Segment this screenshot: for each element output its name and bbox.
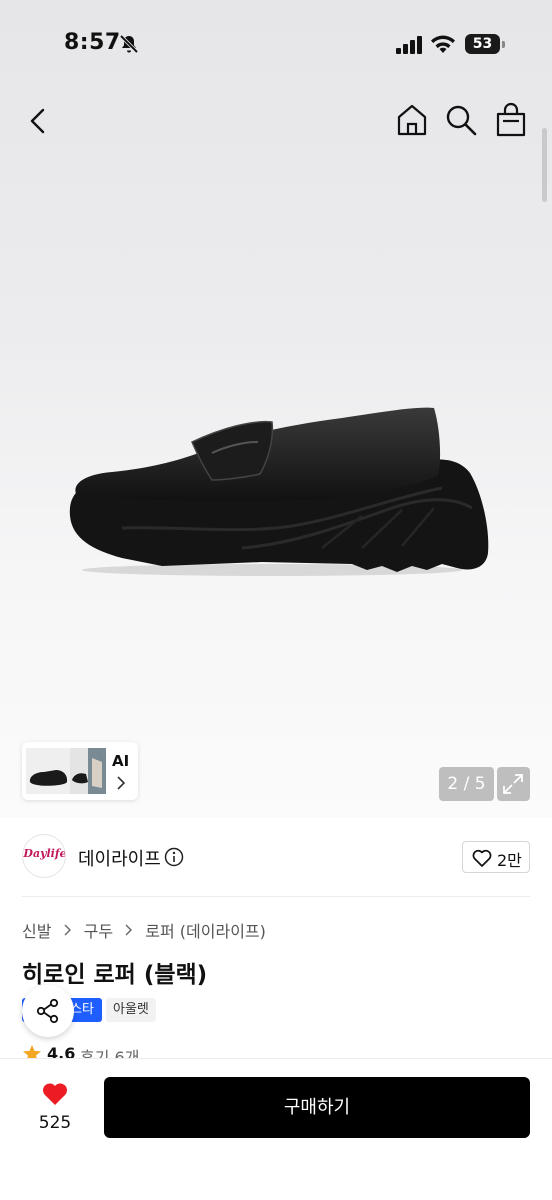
bell-off-icon bbox=[119, 34, 139, 54]
signal-icon bbox=[396, 36, 422, 54]
product-image-shoe bbox=[69, 407, 489, 576]
battery-icon: 53 bbox=[465, 34, 505, 54]
brand-row: Daylife 데이라이프 2만 bbox=[0, 830, 552, 886]
brand-logo[interactable]: Daylife bbox=[22, 834, 66, 878]
heart-filled-icon bbox=[42, 1083, 68, 1105]
brand-logo-text: Daylife bbox=[23, 847, 66, 860]
bottom-action-bar: 525 구매하기 bbox=[0, 1058, 552, 1200]
search-icon[interactable] bbox=[444, 103, 478, 137]
chevron-right-icon bbox=[64, 924, 71, 936]
status-time: 8:57 bbox=[64, 30, 121, 55]
home-icon[interactable] bbox=[394, 102, 430, 138]
chevron-right-icon bbox=[125, 924, 133, 936]
wifi-icon bbox=[431, 35, 455, 53]
product-title: 히로인 로퍼 (블랙) bbox=[22, 962, 208, 988]
wishlist-count: 525 bbox=[38, 1113, 72, 1133]
divider bbox=[22, 896, 530, 897]
product-image-gallery[interactable]: 8:57 53 AI 2 / 5 bbox=[0, 0, 552, 818]
brand-name[interactable]: 데이라이프 bbox=[78, 845, 161, 871]
back-arrow-icon[interactable] bbox=[22, 104, 56, 138]
tag-outlet: 아울렛 bbox=[106, 998, 156, 1022]
expand-icon bbox=[503, 774, 523, 794]
battery-level: 53 bbox=[465, 34, 500, 54]
scroll-indicator[interactable] bbox=[542, 128, 547, 202]
breadcrumb: 신발 구두 로퍼 (데이라이프) bbox=[22, 918, 266, 942]
breadcrumb-item-loafers[interactable]: 로퍼 (데이라이프) bbox=[145, 922, 266, 941]
share-button[interactable] bbox=[22, 985, 74, 1037]
thumbnail-image bbox=[26, 748, 106, 794]
brand-like-count: 2만 bbox=[497, 851, 522, 870]
brand-like-button[interactable]: 2만 bbox=[462, 841, 530, 873]
heart-outline-icon bbox=[472, 849, 492, 867]
expand-button[interactable] bbox=[497, 767, 530, 801]
image-counter: 2 / 5 bbox=[439, 767, 494, 801]
shopping-bag-icon[interactable] bbox=[493, 102, 529, 138]
share-icon bbox=[36, 998, 59, 1024]
breadcrumb-item-dress-shoes[interactable]: 구두 bbox=[84, 922, 113, 941]
buy-button[interactable]: 구매하기 bbox=[104, 1077, 530, 1138]
wishlist-button[interactable]: 525 bbox=[22, 1077, 88, 1141]
breadcrumb-item-shoes[interactable]: 신발 bbox=[22, 922, 51, 941]
info-icon[interactable] bbox=[164, 847, 184, 867]
ai-thumbnail-card[interactable]: AI bbox=[22, 742, 138, 800]
ai-label: AI bbox=[112, 752, 130, 770]
status-bar: 8:57 53 bbox=[0, 0, 552, 90]
battery-nub bbox=[502, 41, 505, 48]
chevron-right-icon bbox=[117, 776, 126, 790]
